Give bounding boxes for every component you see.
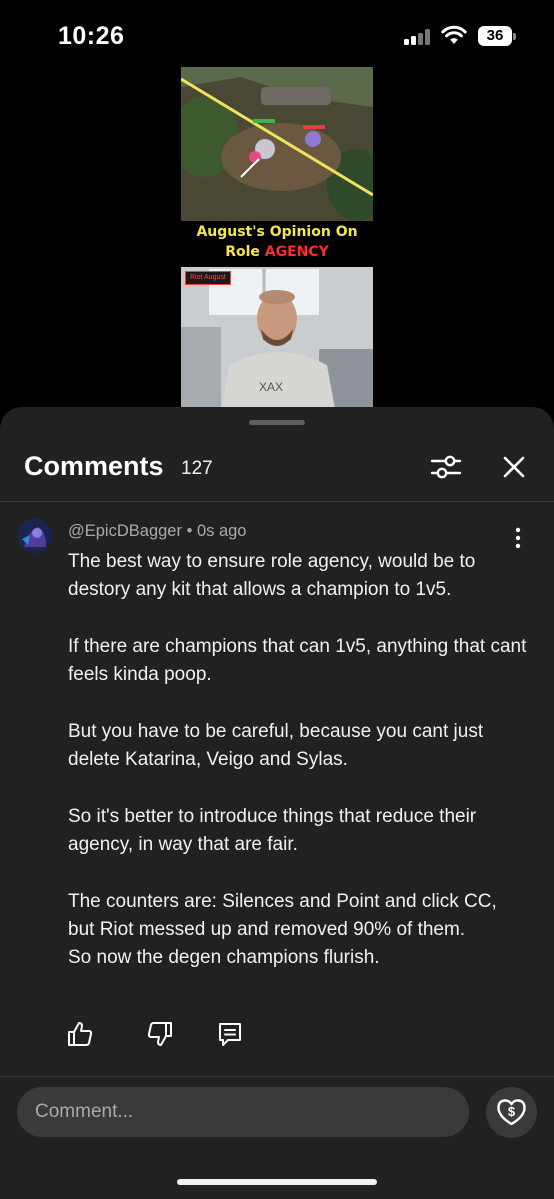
video-title-line: August's Opinion On (196, 224, 358, 240)
status-time: 10:26 (58, 22, 125, 50)
comment-paragraph: But you have to be careful, because you … (68, 720, 484, 771)
comment-time: 0s ago (196, 522, 247, 540)
super-thanks-icon: $ (497, 1099, 526, 1126)
filter-sliders-icon[interactable] (430, 453, 462, 481)
cellular-signal-icon (404, 29, 434, 45)
comments-sheet: Comments 127 @EpicDBagger • 0s ago The b… (0, 407, 554, 1199)
video-title-role: Role (225, 244, 265, 260)
video-title-agency: AGENCY (264, 244, 329, 260)
webcam-image: XAX Riot August (181, 267, 373, 409)
thumbs-down-icon[interactable] (146, 1020, 174, 1048)
close-icon[interactable] (502, 455, 526, 479)
comment-paragraph: So it's better to introduce things that … (68, 805, 477, 855)
more-vertical-icon[interactable] (508, 527, 528, 549)
comment-paragraph: The counters are: Silences and Point and… (68, 890, 497, 969)
super-thanks-button[interactable]: $ (486, 1087, 537, 1138)
comments-title: Comments (24, 451, 164, 481)
battery-icon: 36 (478, 26, 516, 46)
comment-input[interactable] (35, 1087, 455, 1137)
header-divider (0, 501, 554, 502)
composer-divider (0, 1076, 554, 1077)
meta-separator: • (181, 522, 197, 540)
gameplay-image (181, 67, 373, 221)
video-player[interactable]: August's Opinion On Role AGENCY XAX Riot… (181, 67, 373, 409)
reply-icon[interactable] (216, 1020, 244, 1048)
status-bar: 10:26 36 (0, 0, 554, 66)
thumbs-up-icon[interactable] (66, 1020, 94, 1048)
svg-text:$: $ (508, 1104, 516, 1119)
comment-author[interactable]: @EpicDBagger (68, 522, 182, 540)
comment-paragraph: The best way to ensure role agency, woul… (68, 551, 476, 601)
avatar[interactable] (18, 519, 52, 553)
svg-text:XAX: XAX (259, 380, 283, 394)
sheet-drag-handle[interactable] (249, 420, 305, 425)
wifi-icon (441, 25, 467, 44)
comment-paragraph: If there are champions that can 1v5, any… (68, 635, 527, 686)
comments-count: 127 (181, 458, 213, 479)
battery-level: 36 (478, 26, 512, 46)
comment-text: The best way to ensure role agency, woul… (68, 548, 528, 972)
comment-input-box[interactable] (17, 1087, 469, 1137)
home-indicator (177, 1179, 377, 1185)
video-title: August's Opinion On Role AGENCY (181, 222, 373, 262)
comment-meta: @EpicDBagger • 0s ago (68, 522, 246, 541)
webcam-name-tag: Riot August (185, 271, 231, 285)
